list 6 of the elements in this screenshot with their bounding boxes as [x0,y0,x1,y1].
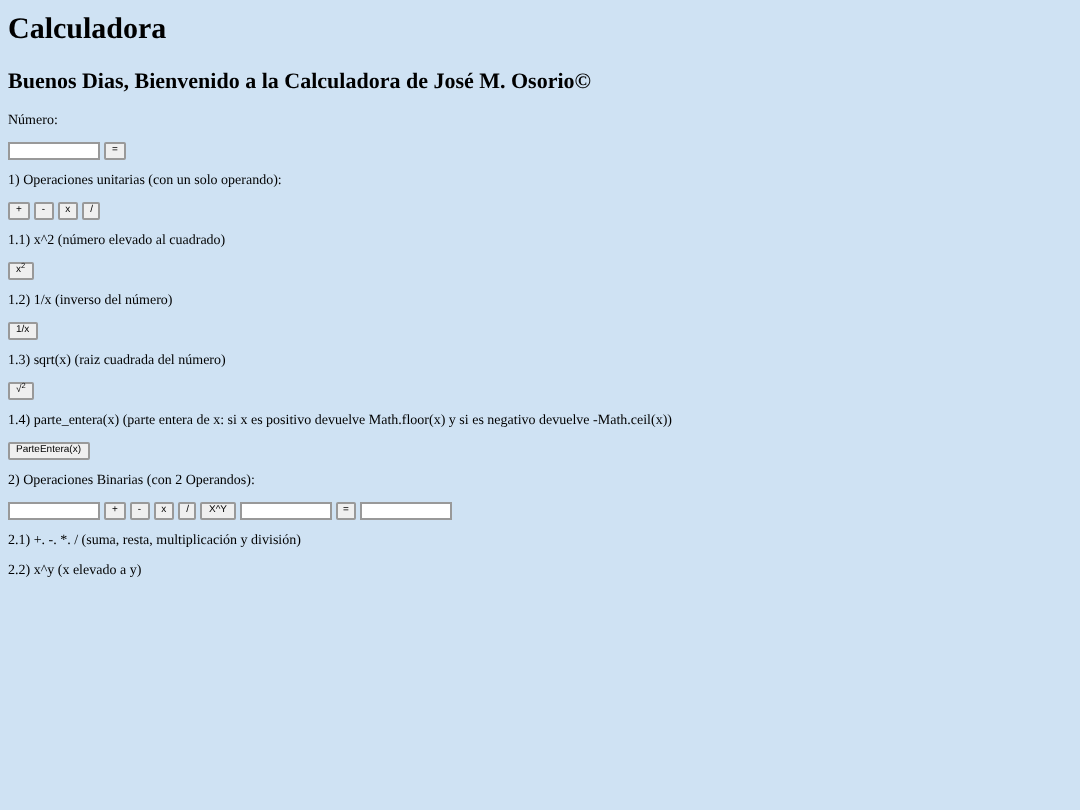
number-field[interactable] [8,502,100,520]
page-subtitle: Buenos Dias, Bienvenido a la Calculadora de José M. Osorio© [8,72,591,94]
page-title: Calculadora [8,16,167,46]
number-field[interactable] [8,142,100,160]
number-field[interactable] [239,502,332,520]
number-field[interactable] [360,502,453,520]
